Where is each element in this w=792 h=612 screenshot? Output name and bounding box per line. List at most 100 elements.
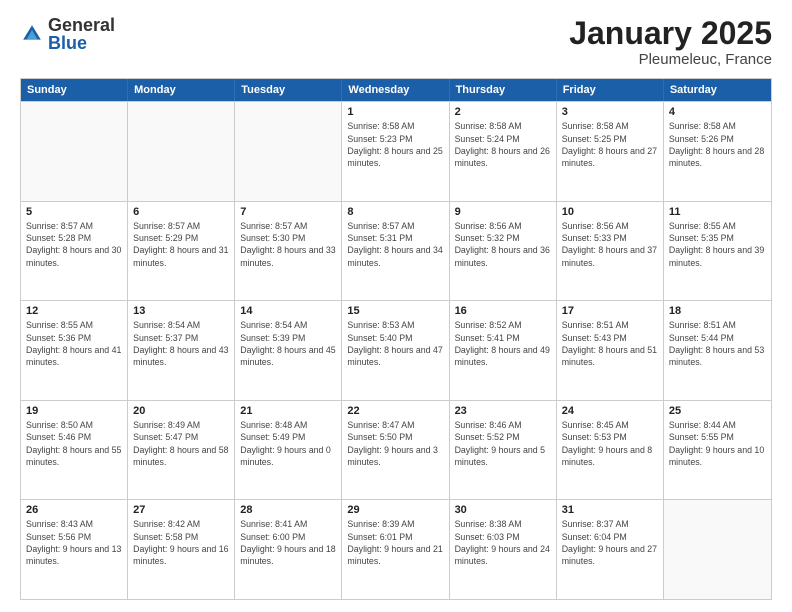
day-info: Sunrise: 8:48 AMSunset: 5:49 PMDaylight:… [240,419,336,468]
day-info: Sunrise: 8:45 AMSunset: 5:53 PMDaylight:… [562,419,658,468]
day-info: Sunrise: 8:55 AMSunset: 5:35 PMDaylight:… [669,220,766,269]
day-header-thursday: Thursday [450,79,557,101]
day-number: 6 [133,206,229,218]
day-info: Sunrise: 8:39 AMSunset: 6:01 PMDaylight:… [347,518,443,567]
day-info: Sunrise: 8:52 AMSunset: 5:41 PMDaylight:… [455,319,551,368]
day-number: 25 [669,405,766,417]
day-number: 17 [562,305,658,317]
day-cell: 28 Sunrise: 8:41 AMSunset: 6:00 PMDayligh… [235,500,342,599]
day-info: Sunrise: 8:58 AMSunset: 5:26 PMDaylight:… [669,120,766,169]
day-info: Sunrise: 8:41 AMSunset: 6:00 PMDaylight:… [240,518,336,567]
day-info: Sunrise: 8:50 AMSunset: 5:46 PMDaylight:… [26,419,122,468]
day-info: Sunrise: 8:56 AMSunset: 5:32 PMDaylight:… [455,220,551,269]
day-info: Sunrise: 8:46 AMSunset: 5:52 PMDaylight:… [455,419,551,468]
title-block: January 2025 Pleumeleuc, France [569,16,772,68]
day-number: 7 [240,206,336,218]
day-number: 27 [133,504,229,516]
day-number: 11 [669,206,766,218]
logo-general: General [48,16,115,34]
day-header-monday: Monday [128,79,235,101]
day-cell: 15Sunrise: 8:53 AMSunset: 5:40 PMDayligh… [342,301,449,400]
day-cell: 8 Sunrise: 8:57 AMSunset: 5:31 PMDaylight… [342,202,449,301]
day-cell: 25 Sunrise: 8:44 AMSunset: 5:55 PMDayligh… [664,401,771,500]
calendar-row: 26Sunrise: 8:43 AMSunset: 5:56 PMDayligh… [21,499,771,599]
logo: General Blue [20,16,115,52]
day-number: 23 [455,405,551,417]
day-cell: 5 Sunrise: 8:57 AMSunset: 5:28 PMDaylight… [21,202,128,301]
day-number: 22 [347,405,443,417]
day-cell: 24 Sunrise: 8:45 AMSunset: 5:53 PMDayligh… [557,401,664,500]
day-info: Sunrise: 8:55 AMSunset: 5:36 PMDaylight:… [26,319,122,368]
day-info: Sunrise: 8:57 AMSunset: 5:31 PMDaylight:… [347,220,443,269]
day-number: 9 [455,206,551,218]
day-info: Sunrise: 8:51 AMSunset: 5:44 PMDaylight:… [669,319,766,368]
day-cell: 29 Sunrise: 8:39 AMSunset: 6:01 PMDayligh… [342,500,449,599]
day-cell: 2 Sunrise: 8:58 AMSunset: 5:24 PMDaylight… [450,102,557,201]
day-header-tuesday: Tuesday [235,79,342,101]
day-info: Sunrise: 8:54 AMSunset: 5:37 PMDaylight:… [133,319,229,368]
day-cell: 4 Sunrise: 8:58 AMSunset: 5:26 PMDaylight… [664,102,771,201]
day-number: 2 [455,106,551,118]
day-cell: 19Sunrise: 8:50 AMSunset: 5:46 PMDayligh… [21,401,128,500]
logo-blue: Blue [48,34,115,52]
calendar-row: 5 Sunrise: 8:57 AMSunset: 5:28 PMDaylight… [21,201,771,301]
day-cell: 23 Sunrise: 8:46 AMSunset: 5:52 PMDayligh… [450,401,557,500]
day-cell: 16 Sunrise: 8:52 AMSunset: 5:41 PMDayligh… [450,301,557,400]
day-number: 28 [240,504,336,516]
day-number: 5 [26,206,122,218]
day-cell: 13 Sunrise: 8:54 AMSunset: 5:37 PMDayligh… [128,301,235,400]
calendar-header: SundayMondayTuesdayWednesdayThursdayFrid… [21,79,771,101]
day-cell: 30Sunrise: 8:38 AMSunset: 6:03 PMDayligh… [450,500,557,599]
calendar-row: 12 Sunrise: 8:55 AMSunset: 5:36 PMDayligh… [21,300,771,400]
month-title: January 2025 [569,16,772,51]
day-info: Sunrise: 8:43 AMSunset: 5:56 PMDaylight:… [26,518,122,567]
day-cell: 22 Sunrise: 8:47 AMSunset: 5:50 PMDayligh… [342,401,449,500]
day-info: Sunrise: 8:49 AMSunset: 5:47 PMDaylight:… [133,419,229,468]
day-cell: 18Sunrise: 8:51 AMSunset: 5:44 PMDayligh… [664,301,771,400]
day-number: 12 [26,305,122,317]
day-number: 24 [562,405,658,417]
day-info: Sunrise: 8:51 AMSunset: 5:43 PMDaylight:… [562,319,658,368]
calendar-row: 19Sunrise: 8:50 AMSunset: 5:46 PMDayligh… [21,400,771,500]
calendar-row: 1Sunrise: 8:58 AMSunset: 5:23 PMDaylight… [21,101,771,201]
day-header-wednesday: Wednesday [342,79,449,101]
day-info: Sunrise: 8:58 AMSunset: 5:25 PMDaylight:… [562,120,658,169]
day-info: Sunrise: 8:38 AMSunset: 6:03 PMDaylight:… [455,518,551,567]
day-number: 13 [133,305,229,317]
day-number: 20 [133,405,229,417]
day-cell: 26Sunrise: 8:43 AMSunset: 5:56 PMDayligh… [21,500,128,599]
day-info: Sunrise: 8:57 AMSunset: 5:30 PMDaylight:… [240,220,336,269]
day-cell: 31Sunrise: 8:37 AMSunset: 6:04 PMDayligh… [557,500,664,599]
day-number: 21 [240,405,336,417]
day-number: 15 [347,305,443,317]
day-header-friday: Friday [557,79,664,101]
day-info: Sunrise: 8:57 AMSunset: 5:28 PMDaylight:… [26,220,122,269]
day-cell: 27Sunrise: 8:42 AMSunset: 5:58 PMDayligh… [128,500,235,599]
day-cell: 6Sunrise: 8:57 AMSunset: 5:29 PMDaylight… [128,202,235,301]
header: General Blue January 2025 Pleumeleuc, Fr… [20,16,772,68]
day-info: Sunrise: 8:54 AMSunset: 5:39 PMDaylight:… [240,319,336,368]
empty-cell [128,102,235,201]
calendar-body: 1Sunrise: 8:58 AMSunset: 5:23 PMDaylight… [21,101,771,599]
day-number: 4 [669,106,766,118]
day-cell: 17 Sunrise: 8:51 AMSunset: 5:43 PMDayligh… [557,301,664,400]
location: Pleumeleuc, France [569,51,772,68]
calendar: SundayMondayTuesdayWednesdayThursdayFrid… [20,78,772,600]
day-info: Sunrise: 8:58 AMSunset: 5:23 PMDaylight:… [347,120,443,169]
day-info: Sunrise: 8:44 AMSunset: 5:55 PMDaylight:… [669,419,766,468]
day-info: Sunrise: 8:37 AMSunset: 6:04 PMDaylight:… [562,518,658,567]
day-info: Sunrise: 8:58 AMSunset: 5:24 PMDaylight:… [455,120,551,169]
page: General Blue January 2025 Pleumeleuc, Fr… [0,0,792,612]
day-cell: 12 Sunrise: 8:55 AMSunset: 5:36 PMDayligh… [21,301,128,400]
day-cell: 21 Sunrise: 8:48 AMSunset: 5:49 PMDayligh… [235,401,342,500]
day-info: Sunrise: 8:47 AMSunset: 5:50 PMDaylight:… [347,419,443,468]
day-number: 8 [347,206,443,218]
day-cell: 14 Sunrise: 8:54 AMSunset: 5:39 PMDayligh… [235,301,342,400]
day-number: 14 [240,305,336,317]
day-number: 29 [347,504,443,516]
day-header-saturday: Saturday [664,79,771,101]
day-number: 16 [455,305,551,317]
logo-icon [20,22,44,46]
day-number: 3 [562,106,658,118]
empty-cell [21,102,128,201]
